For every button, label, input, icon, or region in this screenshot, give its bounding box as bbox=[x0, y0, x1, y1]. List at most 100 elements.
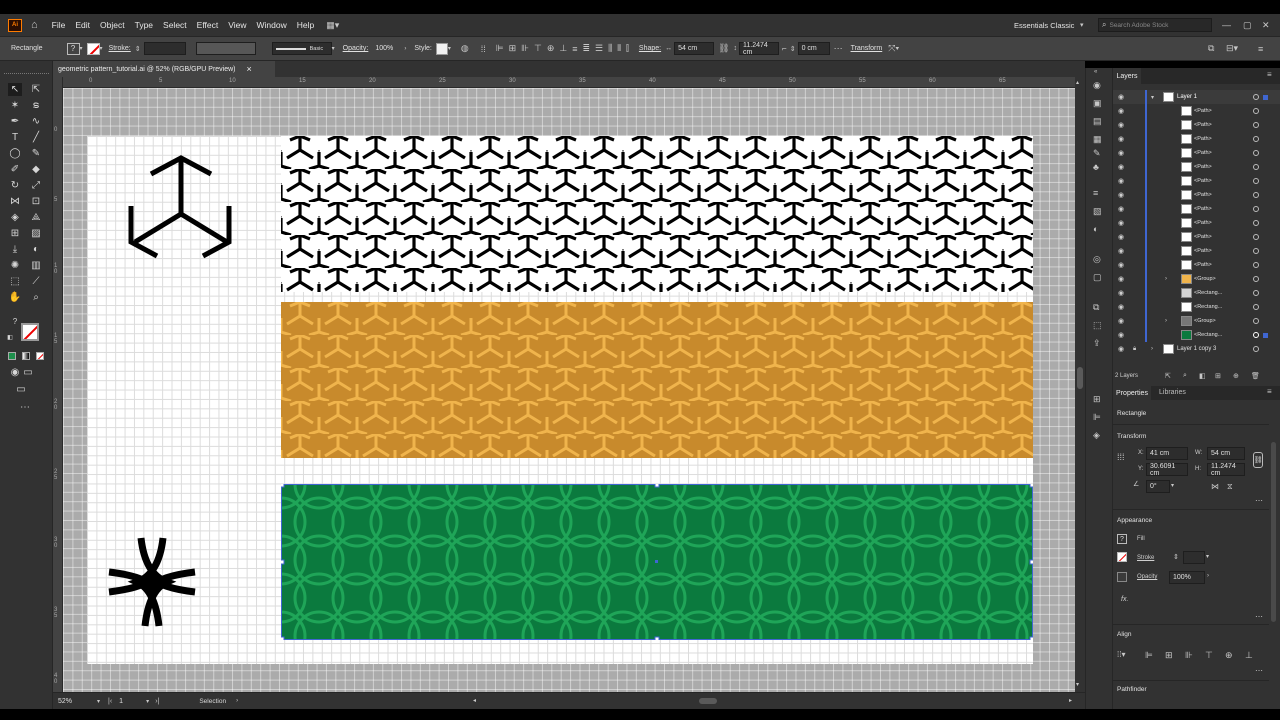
appearance-icon[interactable]: ◎ bbox=[1093, 254, 1101, 265]
visibility-eye-icon[interactable]: ◉ bbox=[1118, 219, 1124, 227]
zoom-tool-icon[interactable]: ⌕ bbox=[29, 291, 43, 304]
stroke-label[interactable]: Stroke: bbox=[109, 45, 131, 52]
visibility-eye-icon[interactable]: ◉ bbox=[1118, 289, 1124, 297]
corner-type-icon[interactable]: ⌐ bbox=[782, 44, 787, 53]
direct-selection-tool-icon[interactable]: ⇱ bbox=[29, 83, 43, 96]
link-dimensions-icon[interactable]: ⛓ bbox=[718, 43, 729, 54]
selection-handle[interactable] bbox=[281, 559, 285, 565]
perspective-grid-tool-icon[interactable]: ⟁ bbox=[29, 211, 43, 224]
flip-horizontal-icon[interactable]: ⋈ bbox=[1211, 482, 1219, 491]
symbols-icon[interactable]: ♣ bbox=[1093, 162, 1099, 172]
align-to-icon[interactable]: ⁞⁞ bbox=[481, 44, 486, 54]
layer-name[interactable]: <Path> bbox=[1194, 206, 1212, 212]
make-clipping-mask-icon[interactable]: ◧ bbox=[1199, 372, 1206, 380]
distribute-hcenter-icon[interactable]: ⫴ bbox=[617, 43, 621, 54]
gradient-tool-icon[interactable]: ▨ bbox=[29, 227, 43, 240]
scroll-up-icon[interactable]: ▴ bbox=[1076, 79, 1079, 86]
layer-target-icon[interactable] bbox=[1253, 192, 1259, 198]
locate-object-icon[interactable]: ⌕ bbox=[1183, 372, 1187, 380]
blend-tool-icon[interactable]: ◐ bbox=[29, 243, 43, 256]
vertical-scrollbar[interactable]: ▴ ▾ bbox=[1075, 77, 1085, 692]
visibility-eye-icon[interactable]: ◉ bbox=[1118, 121, 1124, 129]
document-info-icon[interactable]: ▤ bbox=[1093, 116, 1102, 127]
scroll-right-icon[interactable]: ▸ bbox=[1069, 697, 1072, 704]
selection-handle[interactable] bbox=[1029, 559, 1033, 565]
align-hcenter-icon[interactable]: ⊞ bbox=[1165, 650, 1173, 661]
black-tripod-pattern-swatch[interactable] bbox=[281, 136, 1033, 292]
layer-name[interactable]: <Rectang... bbox=[1194, 304, 1222, 310]
layer-target-icon[interactable] bbox=[1253, 262, 1259, 268]
first-artboard-icon[interactable]: |‹ bbox=[108, 698, 112, 705]
collapse-dock-icon[interactable]: « bbox=[1094, 69, 1097, 75]
selection-handle[interactable] bbox=[1029, 484, 1033, 488]
stroke-chevron-icon[interactable]: ▾ bbox=[100, 45, 103, 52]
align-to-selection-icon[interactable]: ⁞⁞▾ bbox=[1117, 650, 1125, 659]
close-tab-icon[interactable]: × bbox=[247, 64, 252, 74]
align-vcenter-icon[interactable]: ⊕ bbox=[547, 43, 555, 54]
rotate-chevron-icon[interactable]: ▾ bbox=[1171, 482, 1174, 489]
layer-name[interactable]: <Rectang... bbox=[1194, 332, 1222, 338]
edit-toolbar-icon[interactable]: ⋯ bbox=[18, 401, 32, 414]
visibility-eye-icon[interactable]: ◉ bbox=[1118, 93, 1124, 101]
stroke-panel-icon[interactable]: ≡ bbox=[1093, 188, 1098, 198]
visibility-eye-icon[interactable]: ◉ bbox=[1118, 317, 1124, 325]
export-icon[interactable]: ⇱ bbox=[1165, 372, 1171, 380]
layer-target-icon[interactable] bbox=[1253, 122, 1259, 128]
layer-row[interactable]: ◉ <Path> bbox=[1113, 216, 1280, 230]
layer-target-icon[interactable] bbox=[1253, 94, 1259, 100]
opacity-field[interactable]: 100% bbox=[1169, 571, 1205, 584]
layer-name[interactable]: <Path> bbox=[1194, 136, 1212, 142]
align-top-icon[interactable]: ⊤ bbox=[534, 43, 542, 54]
visibility-eye-icon[interactable]: ◉ bbox=[1118, 233, 1124, 241]
distribute-right-icon[interactable]: ⫿ bbox=[626, 43, 629, 54]
layer-target-icon[interactable] bbox=[1253, 318, 1259, 324]
lock-icon[interactable]: 🔒︎ bbox=[1133, 346, 1136, 353]
layer-row[interactable]: ◉ <Path> bbox=[1113, 202, 1280, 216]
visibility-eye-icon[interactable]: ◉ bbox=[1118, 275, 1124, 283]
selection-handle[interactable] bbox=[654, 636, 660, 640]
distribute-vcenter-icon[interactable]: ≣ bbox=[582, 43, 590, 54]
shape-label[interactable]: Shape: bbox=[639, 45, 661, 52]
status-menu-icon[interactable]: › bbox=[236, 698, 238, 704]
brush-chevron-icon[interactable]: ▾ bbox=[332, 45, 335, 52]
layer-name[interactable]: <Path> bbox=[1194, 150, 1212, 156]
align-vcenter-icon[interactable]: ⊕ bbox=[1225, 650, 1233, 661]
scroll-thumb[interactable] bbox=[1077, 367, 1083, 389]
y-field[interactable]: 30.6091 cm bbox=[1146, 463, 1188, 477]
layer-row[interactable]: ◉ › <Group> bbox=[1113, 314, 1280, 328]
align-right-icon[interactable]: ⊪ bbox=[521, 43, 529, 54]
layer-name[interactable]: <Path> bbox=[1194, 220, 1212, 226]
screen-mode-icon[interactable]: ▭ bbox=[21, 366, 35, 379]
mesh-tool-icon[interactable]: ⊞ bbox=[8, 227, 22, 240]
layer-target-icon[interactable] bbox=[1253, 178, 1259, 184]
menu-type[interactable]: Type bbox=[135, 20, 153, 30]
minimize-icon[interactable]: — bbox=[1222, 20, 1231, 30]
eraser-tool-icon[interactable]: ◆ bbox=[29, 163, 43, 176]
rotate-tool-icon[interactable]: ↻ bbox=[8, 179, 22, 192]
layer-name[interactable]: <Group> bbox=[1194, 318, 1216, 324]
align-more-icon[interactable]: ⋯ bbox=[1255, 666, 1263, 675]
scale-tool-icon[interactable]: ⤢ bbox=[29, 179, 43, 192]
libraries-tab[interactable]: Libraries bbox=[1159, 389, 1186, 396]
workspace-chevron-icon[interactable]: ▾ bbox=[1080, 21, 1084, 29]
horizontal-ruler[interactable]: 0 5 10 15 20 25 30 35 40 45 50 55 60 65 bbox=[63, 77, 1075, 88]
artboard[interactable] bbox=[87, 136, 1033, 664]
default-colors-icon[interactable]: ◧ bbox=[3, 331, 17, 344]
layer-row[interactable]: ◉ <Path> bbox=[1113, 188, 1280, 202]
magic-wand-tool-icon[interactable]: ✶ bbox=[8, 99, 22, 112]
distribute-top-icon[interactable]: ≡ bbox=[572, 44, 577, 54]
close-window-icon[interactable]: ✕ bbox=[1262, 20, 1270, 31]
type-tool-icon[interactable]: T bbox=[8, 131, 22, 144]
expand-chevron-icon[interactable]: › bbox=[1151, 346, 1153, 352]
x-field[interactable]: 41 cm bbox=[1146, 447, 1188, 460]
h-field[interactable]: 11.2474 cm bbox=[1207, 463, 1245, 477]
visibility-eye-icon[interactable]: ◉ bbox=[1118, 205, 1124, 213]
fill-stroke-indicator-icon[interactable]: ? bbox=[8, 315, 22, 328]
align-right-icon[interactable]: ⊪ bbox=[1185, 650, 1193, 661]
orange-tripod-pattern-swatch[interactable] bbox=[281, 302, 1033, 458]
more-shape-options-icon[interactable]: ⋯ bbox=[834, 43, 843, 54]
gradient-mode-icon[interactable] bbox=[22, 352, 30, 360]
layer-row[interactable]: ◉ › <Group> bbox=[1113, 272, 1280, 286]
line-tool-icon[interactable]: ╱ bbox=[29, 131, 43, 144]
style-swatch[interactable] bbox=[435, 42, 448, 55]
